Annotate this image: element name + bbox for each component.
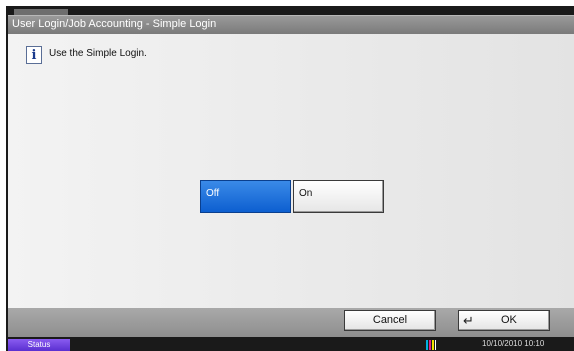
toner-level-icon xyxy=(426,340,439,350)
status-button[interactable]: Status xyxy=(8,339,70,351)
off-button[interactable]: Off xyxy=(200,180,291,213)
message-text: Use the Simple Login. xyxy=(49,48,147,59)
title-bar: User Login/Job Accounting - Simple Login xyxy=(8,15,574,34)
cancel-button-label: Cancel xyxy=(372,314,408,326)
on-button-label: On xyxy=(299,188,313,199)
operation-panel-screen: User Login/Job Accounting - Simple Login… xyxy=(0,0,574,351)
window-title: User Login/Job Accounting - Simple Login xyxy=(12,18,217,30)
info-icon: i xyxy=(26,46,42,64)
off-button-label: Off xyxy=(206,188,220,199)
ok-button-label: OK xyxy=(501,314,517,326)
on-button[interactable]: On xyxy=(293,180,384,213)
cancel-button[interactable]: Cancel xyxy=(344,310,436,331)
status-button-label: Status xyxy=(27,340,51,349)
datetime: 10/10/2010 10:10 xyxy=(482,339,545,348)
enter-return-icon: ↵ xyxy=(463,313,474,328)
status-bar: Status 10/10/2010 10:10 xyxy=(8,337,574,351)
content-area xyxy=(8,34,574,308)
ok-button[interactable]: ↵ OK xyxy=(458,310,550,331)
